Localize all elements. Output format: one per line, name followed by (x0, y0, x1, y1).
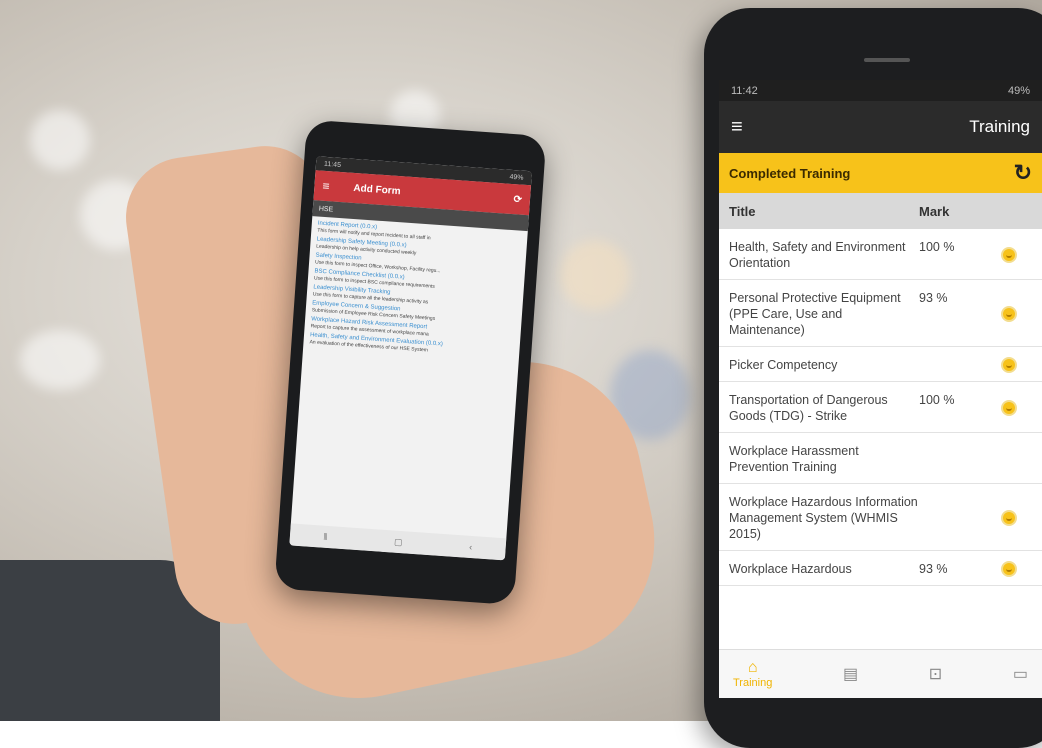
system-nav-bar: ⦀ ▢ ‹ (289, 523, 507, 561)
battery-level: 49% (1007, 84, 1030, 97)
training-mark: 93 % (919, 291, 948, 305)
back-icon[interactable]: ‹ (469, 542, 473, 552)
menu-icon[interactable]: ≡ (322, 179, 330, 193)
training-title: Health, Safety and Environment Orientati… (729, 240, 906, 270)
table-row[interactable]: Workplace Hazardous 93 % (719, 551, 1042, 586)
training-mark: 93 % (919, 562, 948, 576)
column-header-mark: Mark (919, 203, 950, 219)
handheld-phone-screen: 11:45 49% ≡ Add Form ⟳ HSE Incident Repo… (289, 156, 532, 561)
recent-apps-icon[interactable]: ⦀ (323, 531, 328, 542)
bokeh-light (20, 330, 100, 390)
nav-documents[interactable]: ▤ (843, 664, 858, 684)
training-mark: 100 % (919, 393, 955, 407)
training-mark (919, 443, 989, 475)
nav-forms[interactable]: ⊡ (929, 664, 942, 684)
bokeh-light (560, 240, 630, 310)
home-icon[interactable]: ▢ (394, 536, 403, 548)
app-bar-title: Add Form (353, 182, 401, 197)
folder-icon: ▭ (1012, 666, 1028, 683)
form-list: Incident Report (0.0.x) This form will no… (303, 216, 528, 367)
training-title: Picker Competency (729, 358, 838, 372)
training-title: Personal Protective Equipment (PPE Care,… (729, 291, 901, 337)
column-header-title: Title (729, 203, 756, 219)
training-mark (919, 494, 989, 542)
table-header: Title Mark (719, 193, 1042, 229)
bottom-nav: ⌂ Training ▤ ⊡ ▭ (719, 649, 1042, 698)
training-title: Workplace Hazardous (729, 562, 852, 576)
menu-icon[interactable]: ≡ (731, 116, 771, 139)
table-row[interactable]: Picker Competency (719, 347, 1042, 382)
speaker-grille (864, 58, 910, 62)
medal-icon (1001, 400, 1017, 416)
form-icon: ⊡ (928, 666, 943, 683)
medal-icon (1001, 561, 1017, 577)
home-icon: ⌂ (747, 659, 758, 676)
battery-level: 49% (509, 173, 524, 182)
completed-training-banner: Completed Training ↻ (719, 153, 1042, 193)
table-row[interactable]: Workplace Hazardous Information Manageme… (719, 484, 1042, 551)
medal-icon (1001, 247, 1017, 263)
status-time: 11:45 (323, 160, 342, 169)
table-row[interactable]: Workplace Harassment Prevention Training (719, 433, 1042, 484)
status-bar: 11:42 49% (719, 80, 1042, 101)
training-title: Transportation of Dangerous Goods (TDG) … (729, 393, 888, 423)
foreground-phone-screen: 11:42 49% ≡ Training Completed Training … (719, 80, 1042, 698)
training-mark: 100 % (919, 240, 955, 254)
table-row[interactable]: Health, Safety and Environment Orientati… (719, 229, 1042, 280)
training-title: Workplace Harassment Prevention Training (729, 444, 859, 474)
medal-icon (1001, 306, 1017, 322)
medal-icon (1001, 510, 1017, 526)
training-mark (919, 357, 989, 373)
medal-icon (1001, 357, 1017, 373)
nav-folders[interactable]: ▭ (1013, 664, 1028, 684)
document-icon: ▤ (843, 666, 859, 683)
training-title: Workplace Hazardous Information Manageme… (729, 495, 918, 541)
nav-training-label: Training (733, 677, 773, 689)
status-time: 11:42 (731, 84, 758, 97)
table-row[interactable]: Transportation of Dangerous Goods (TDG) … (719, 382, 1042, 433)
refresh-icon[interactable]: ⟳ (513, 194, 522, 206)
handheld-phone-body: 11:45 49% ≡ Add Form ⟳ HSE Incident Repo… (274, 119, 547, 606)
refresh-icon[interactable]: ↻ (1014, 160, 1032, 186)
handheld-phone: 11:45 49% ≡ Add Form ⟳ HSE Incident Repo… (274, 119, 567, 617)
bokeh-light (30, 110, 90, 170)
banner-title: Completed Training (729, 165, 851, 181)
nav-training[interactable]: ⌂ Training (733, 659, 772, 689)
app-bar: ≡ Training (719, 101, 1042, 153)
table-row[interactable]: Personal Protective Equipment (PPE Care,… (719, 280, 1042, 347)
app-bar-title: Training (969, 117, 1030, 136)
